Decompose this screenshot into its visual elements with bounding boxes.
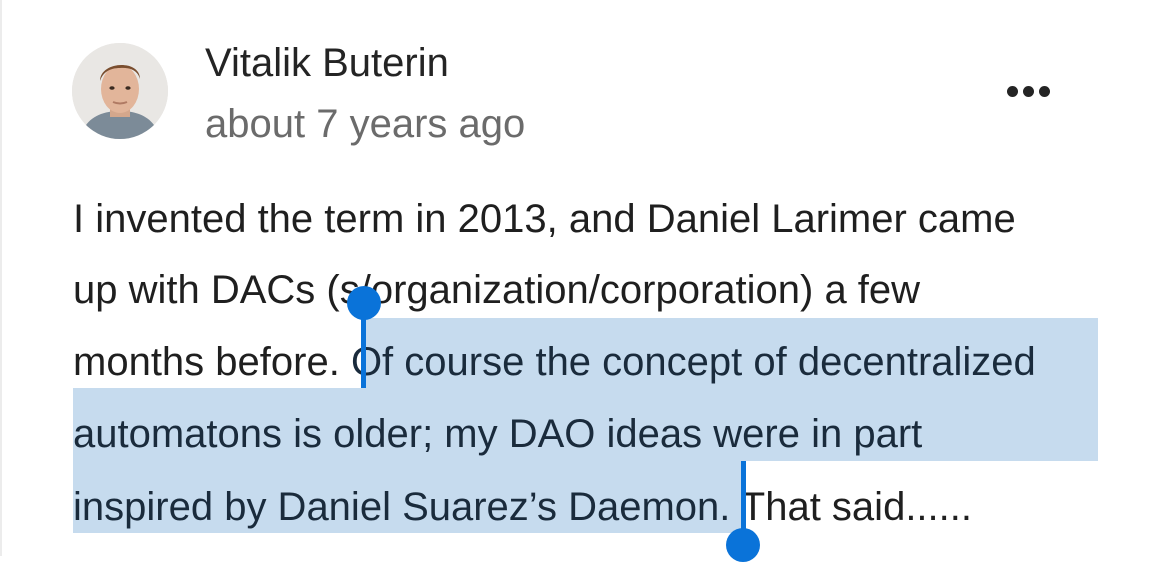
- comment-line: automatons is older; my DAO ideas were i…: [73, 409, 922, 459]
- frame-edge: [0, 0, 2, 556]
- more-options-button[interactable]: [1000, 78, 1056, 104]
- avatar-portrait-icon: [72, 43, 168, 139]
- ellipsis-horizontal-icon: [1022, 85, 1034, 97]
- comment-text: I invented the term in 2013, and Daniel …: [73, 197, 1016, 241]
- author-avatar[interactable]: [72, 43, 168, 139]
- selected-text: automatons is older; my DAO ideas were i…: [73, 412, 923, 456]
- ellipsis-horizontal-icon: [1038, 85, 1050, 97]
- selection-end-handle-knob[interactable]: [726, 528, 760, 562]
- comment-line: inspired by Daniel Suarez’s Daemon. That…: [73, 482, 972, 532]
- author-name[interactable]: Vitalik Buterin: [205, 38, 449, 88]
- comment-text: up with DACs (s/organization/corporation…: [73, 268, 921, 312]
- ellipsis-horizontal-icon: [1006, 85, 1018, 97]
- comment-text: That said......: [730, 485, 972, 529]
- comment-text: months before.: [73, 340, 351, 384]
- selected-text: Of course the concept of decentralized: [350, 340, 1036, 384]
- selection-start-handle-stem: [361, 303, 366, 388]
- comment-line: up with DACs (s/organization/corporation…: [73, 265, 920, 315]
- comment-line: I invented the term in 2013, and Daniel …: [73, 194, 1016, 244]
- comment-line: months before. Of course the concept of …: [73, 337, 1036, 387]
- selected-text: inspired by Daniel Suarez’s Daemon.: [73, 485, 731, 529]
- comment-timestamp: about 7 years ago: [205, 102, 526, 146]
